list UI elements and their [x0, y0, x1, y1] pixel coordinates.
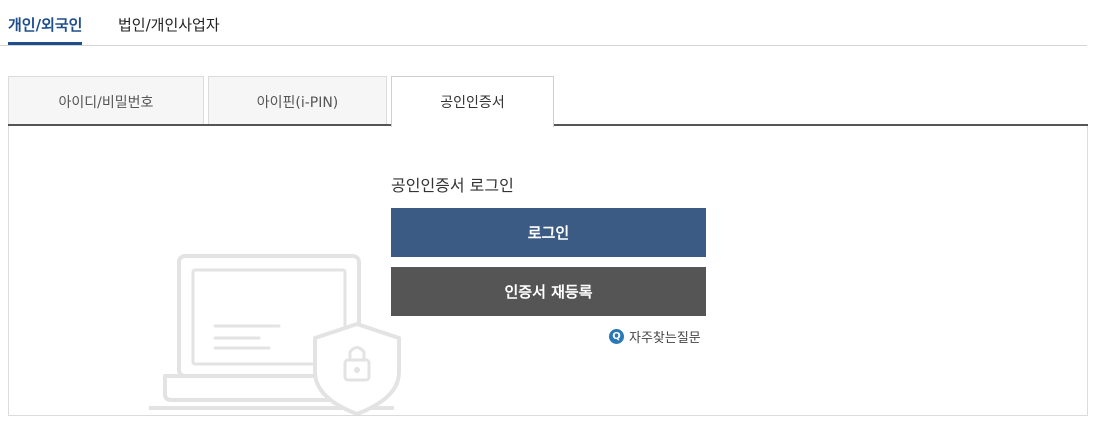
login-button[interactable]: 로그인: [391, 208, 706, 257]
certificate-login-title: 공인인증서 로그인: [391, 176, 514, 195]
reregister-certificate-button[interactable]: 인증서 재등록: [391, 267, 706, 316]
certificate-login-panel: 공인인증서 로그인 로그인 인증서 재등록 Q 자주찾는질문: [8, 126, 1088, 416]
faq-link[interactable]: Q 자주찾는질문: [609, 327, 701, 346]
faq-icon: Q: [609, 329, 624, 344]
tab-individual[interactable]: 개인/외국인: [8, 14, 83, 45]
tab-id-password[interactable]: 아이디/비밀번호: [8, 76, 204, 126]
tab-certificate[interactable]: 공인인증서: [391, 76, 554, 127]
tab-corporate[interactable]: 법인/개인사업자: [118, 14, 220, 36]
member-type-tabs: 개인/외국인 법인/개인사업자: [0, 0, 1087, 46]
tab-ipin[interactable]: 아이핀(i-PIN): [208, 76, 387, 126]
faq-label: 자주찾는질문: [629, 331, 701, 346]
laptop-security-icon: [149, 254, 401, 415]
